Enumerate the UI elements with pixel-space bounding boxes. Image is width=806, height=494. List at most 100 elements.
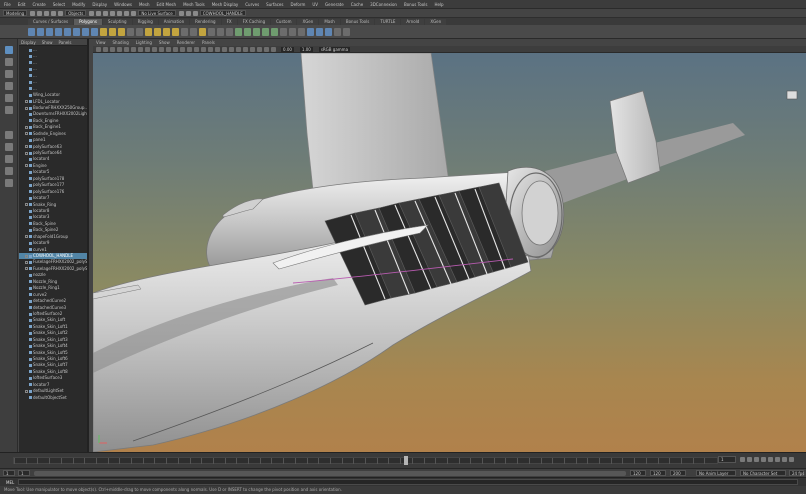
screen-space-ao-icon[interactable] — [222, 46, 227, 52]
step-back-key-icon[interactable] — [747, 457, 752, 462]
viewport-menu-view[interactable]: View — [96, 40, 106, 45]
menu-generate[interactable]: Generate — [325, 2, 344, 7]
poly-disc-icon[interactable] — [82, 27, 89, 36]
shadows-icon[interactable] — [215, 46, 220, 52]
boolean-icon[interactable] — [136, 27, 143, 36]
start-time-field[interactable]: 1 — [3, 470, 15, 476]
persp-outliner-layout-icon[interactable] — [5, 155, 13, 163]
uv-editor-icon[interactable] — [235, 27, 242, 36]
render-settings-icon[interactable] — [192, 10, 198, 16]
freeze-transform-icon[interactable] — [289, 27, 296, 36]
multi-cut-icon[interactable] — [199, 27, 206, 36]
menu-mesh-display[interactable]: Mesh Display — [212, 2, 239, 7]
step-forward-key-icon[interactable] — [782, 457, 787, 462]
playback-start-field[interactable]: 1 — [18, 470, 30, 476]
poly-cube-icon[interactable] — [37, 27, 44, 36]
safe-title-icon[interactable] — [173, 46, 178, 52]
bridge-icon[interactable] — [145, 27, 152, 36]
textured-icon[interactable] — [201, 46, 206, 52]
playback-end-field[interactable]: 120 — [630, 470, 646, 476]
menu-deform[interactable]: Deform — [290, 2, 305, 7]
menu-help[interactable]: Help — [434, 2, 443, 7]
anti-aliasing-icon[interactable] — [236, 46, 241, 52]
expand-icon[interactable] — [25, 125, 28, 129]
grid-icon[interactable] — [131, 46, 136, 52]
four-view-layout-icon[interactable] — [5, 143, 13, 151]
camera-attributes-icon[interactable] — [96, 46, 101, 52]
expand-icon[interactable] — [25, 164, 28, 168]
expand-icon[interactable] — [25, 235, 28, 239]
center-pivot-icon[interactable] — [280, 27, 287, 36]
expand-icon[interactable] — [25, 254, 28, 258]
xray-icon[interactable] — [257, 46, 262, 52]
menu-edit[interactable]: Edit — [18, 2, 26, 7]
select-tool-icon[interactable] — [5, 46, 13, 54]
snap-point-icon[interactable] — [124, 10, 130, 16]
isolate-select-icon[interactable] — [250, 46, 255, 52]
menu-surfaces[interactable]: Surfaces — [266, 2, 283, 7]
max-time-field[interactable]: 200 — [670, 470, 686, 476]
selection-mode-dropdown[interactable]: Objects — [65, 10, 87, 16]
outliner-menu-display[interactable]: Display — [21, 40, 36, 45]
menu-bonus-tools[interactable]: Bonus Tools — [404, 2, 427, 7]
far-clip-field[interactable]: 1.00 — [299, 46, 313, 52]
delete-history-icon[interactable] — [298, 27, 305, 36]
play-backwards-icon[interactable] — [761, 457, 766, 462]
near-clip-field[interactable]: 0.00 — [281, 46, 294, 52]
poly-torus-icon[interactable] — [64, 27, 71, 36]
planar-map-icon[interactable] — [244, 27, 251, 36]
insert-edge-loop-icon[interactable] — [217, 27, 224, 36]
poly-plane-icon[interactable] — [73, 27, 80, 36]
snap-grid-icon[interactable] — [110, 10, 116, 16]
poly-cone-icon[interactable] — [55, 27, 62, 36]
expand-icon[interactable] — [25, 261, 28, 265]
rotate-tool-icon[interactable] — [5, 94, 13, 102]
snap-surface-icon[interactable] — [131, 10, 137, 16]
viewport-menu-lighting[interactable]: Lighting — [136, 40, 152, 45]
live-surface-field[interactable]: No Live Surface — [138, 10, 176, 16]
outliner-item[interactable]: defaultObjectSet — [19, 395, 87, 401]
xray-joints-icon[interactable] — [264, 46, 269, 52]
step-forward-frame-icon[interactable] — [775, 457, 780, 462]
character-set-dropdown[interactable]: No Character Set — [740, 470, 786, 476]
menu-create[interactable]: Create — [32, 2, 45, 7]
step-back-frame-icon[interactable] — [754, 457, 759, 462]
use-all-lights-icon[interactable] — [208, 46, 213, 52]
camera-bookmark-icon[interactable] — [103, 46, 108, 52]
time-slider[interactable]: 1 — [0, 452, 806, 468]
gate-mask-icon[interactable] — [152, 46, 157, 52]
menu-uv[interactable]: UV — [312, 2, 318, 7]
poly-cylinder-icon[interactable] — [46, 27, 53, 36]
two-d-pan-zoom-icon[interactable] — [117, 46, 122, 52]
select-hierarchy-icon[interactable] — [89, 10, 95, 16]
perspective-viewport[interactable] — [93, 53, 806, 452]
safe-action-icon[interactable] — [166, 46, 171, 52]
input-field[interactable]: COWHOOL_HANDLE — [199, 10, 246, 16]
expand-icon[interactable] — [25, 145, 28, 149]
redo-icon[interactable] — [58, 10, 64, 16]
command-language-label[interactable]: MEL — [6, 480, 14, 485]
expand-icon[interactable] — [25, 267, 28, 271]
play-forwards-icon[interactable] — [768, 457, 773, 462]
viewport-menu-renderer[interactable]: Renderer — [177, 40, 195, 45]
mirror-icon[interactable] — [127, 27, 134, 36]
new-scene-icon[interactable] — [30, 10, 36, 16]
menu-curves[interactable]: Curves — [245, 2, 259, 7]
poly-platonic-icon[interactable] — [91, 27, 98, 36]
offset-edge-loop-icon[interactable] — [226, 27, 233, 36]
expand-icon[interactable] — [25, 106, 28, 110]
range-bar[interactable] — [34, 471, 626, 476]
fill-hole-icon[interactable] — [181, 27, 188, 36]
outliner-menu-show[interactable]: Show — [42, 40, 53, 45]
target-weld-icon[interactable] — [208, 27, 215, 36]
bevel-icon[interactable] — [163, 27, 170, 36]
expand-icon[interactable] — [25, 132, 28, 136]
wireframe-icon[interactable] — [180, 46, 185, 52]
colorspace-dropdown[interactable]: sRGB gamma — [318, 46, 351, 52]
extrude-icon[interactable] — [154, 27, 161, 36]
outliner-menu-panels[interactable]: Panels — [59, 40, 72, 45]
snap-curve-icon[interactable] — [117, 10, 123, 16]
menu-modify[interactable]: Modify — [72, 2, 85, 7]
backface-culling-icon[interactable] — [271, 46, 276, 52]
menu-edit-mesh[interactable]: Edit Mesh — [157, 2, 177, 7]
